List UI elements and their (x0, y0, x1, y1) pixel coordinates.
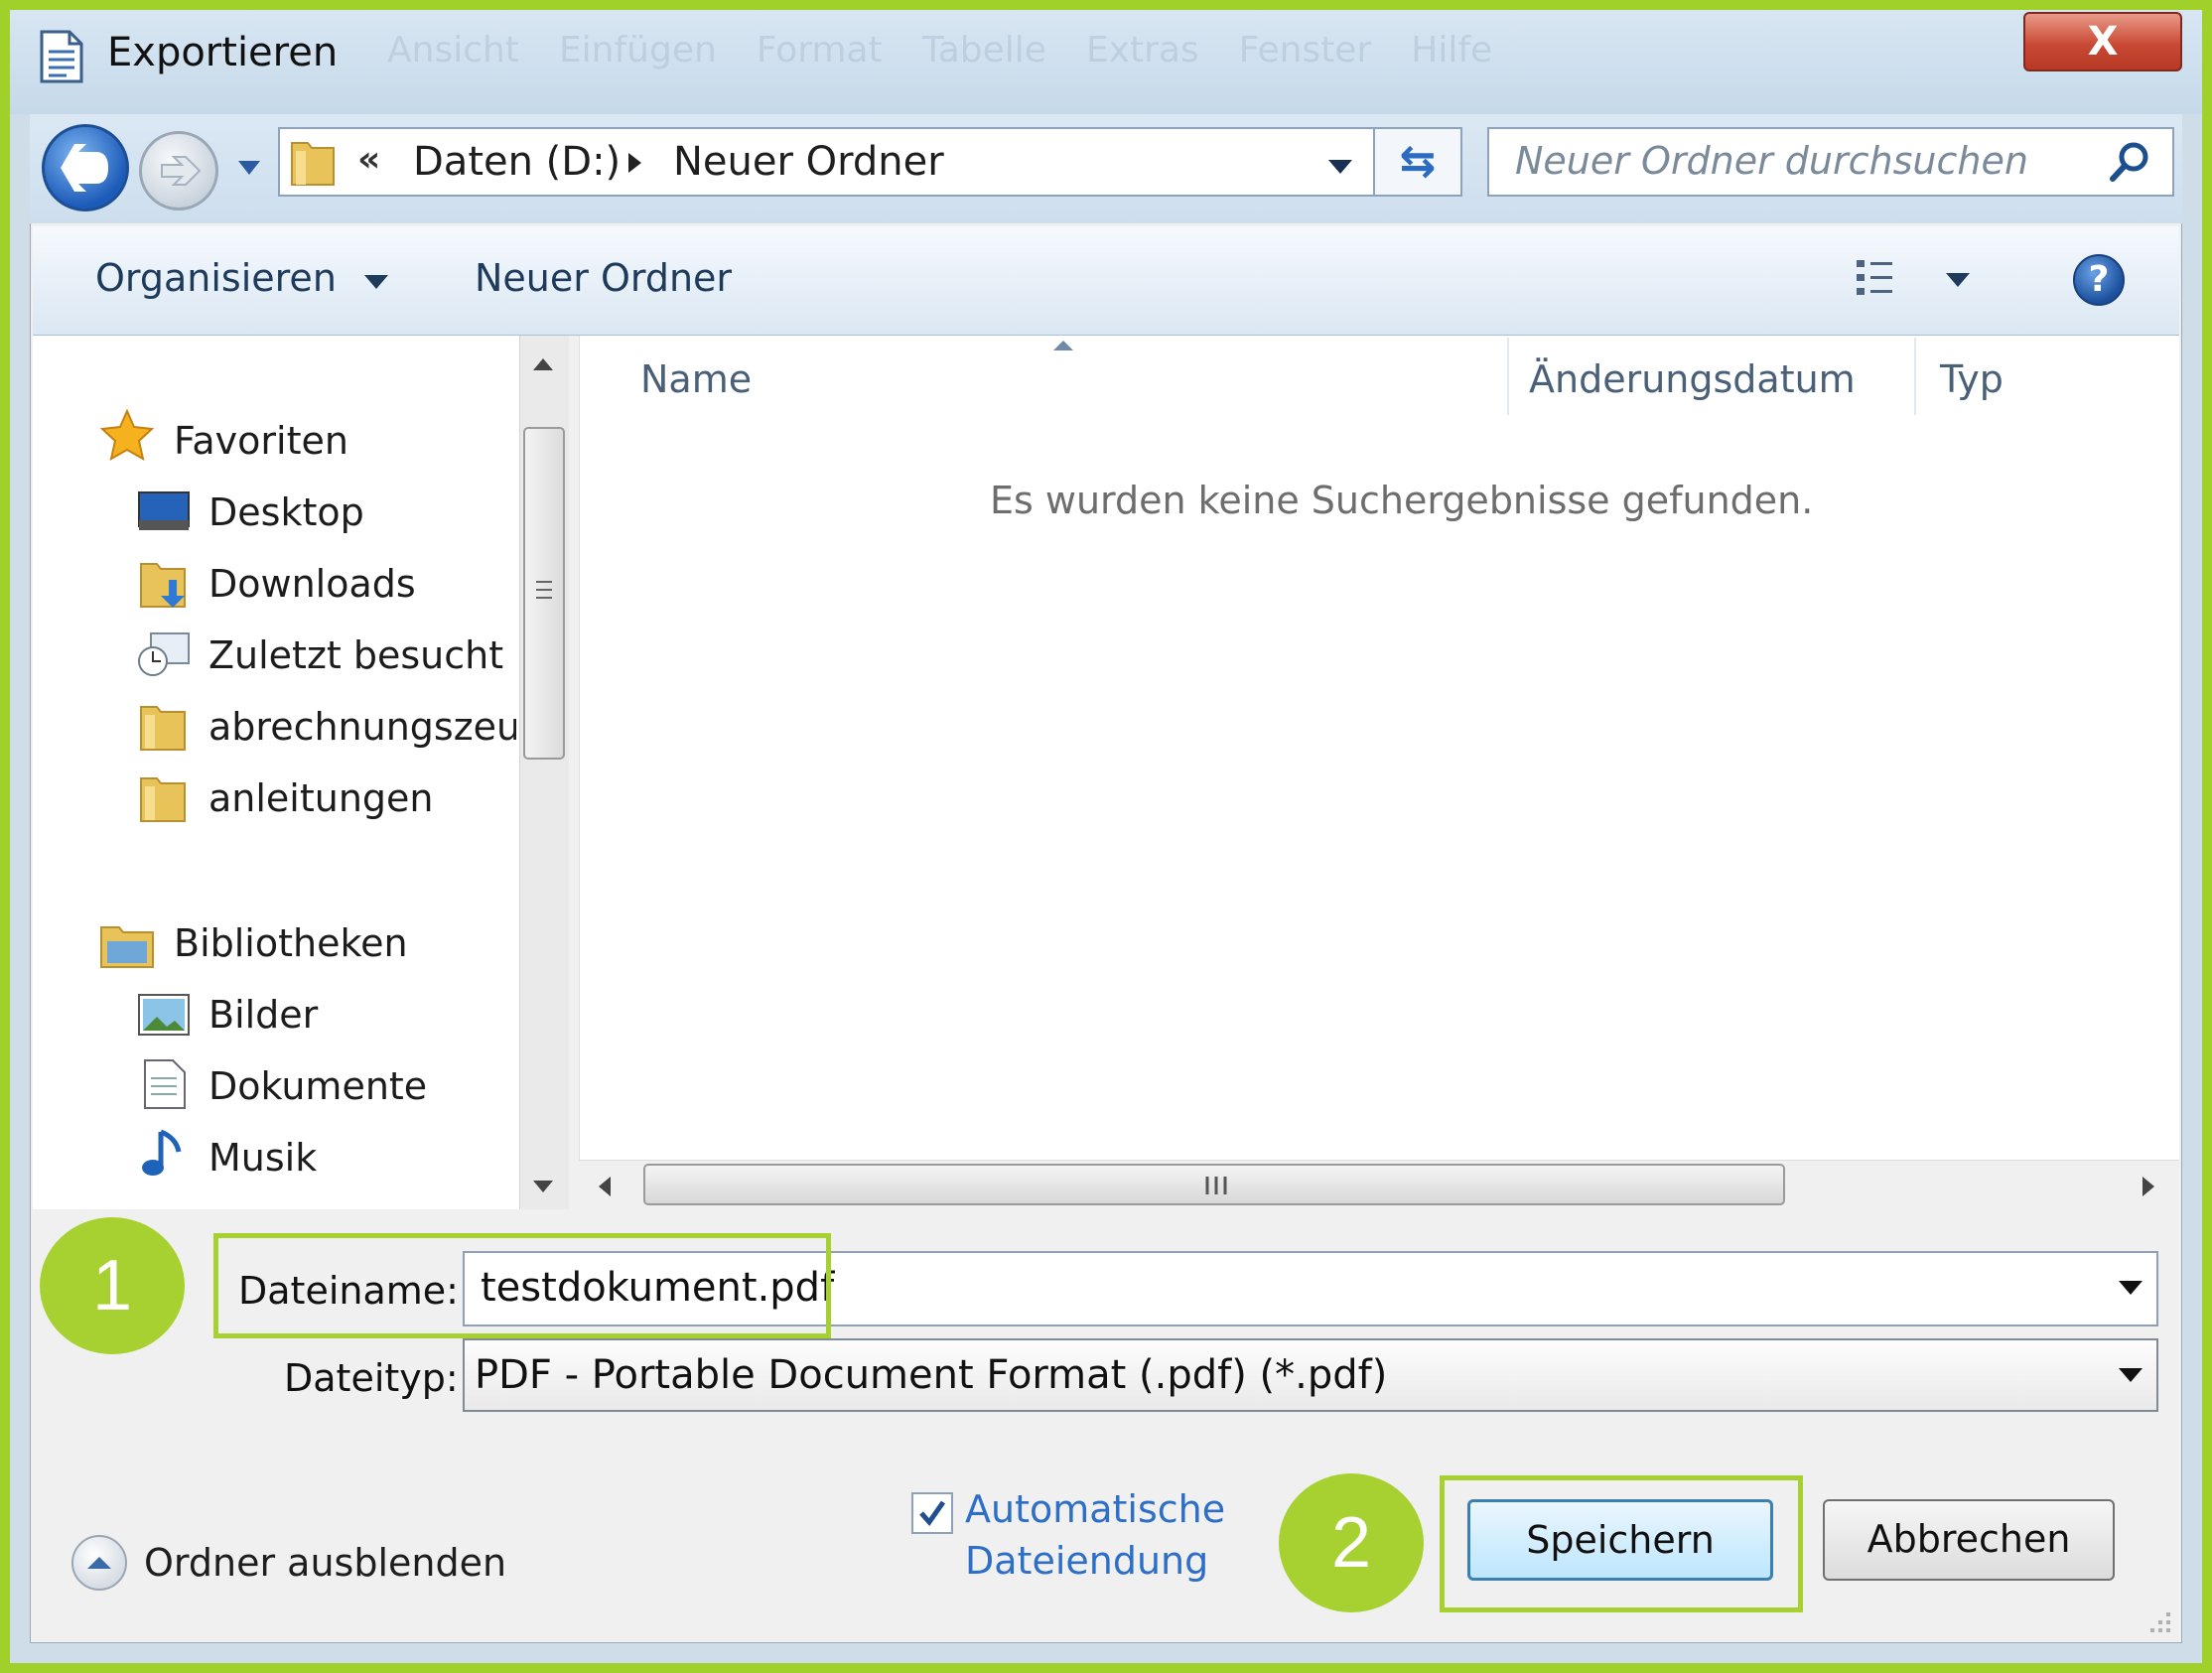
desktop-icon (137, 490, 191, 540)
chevron-down-icon (2119, 1368, 2143, 1382)
search-icon[interactable] (2107, 139, 2152, 189)
filetype-value: PDF - Portable Document Format (.pdf) (*… (475, 1352, 1388, 1398)
view-options-button[interactable] (1855, 256, 1910, 308)
grip-icon (1205, 1177, 1227, 1194)
scroll-left-icon[interactable] (596, 1174, 614, 1203)
auto-extension-label-line2[interactable]: Dateiendung (965, 1539, 1208, 1583)
background-menu-ghost: Ansicht Einfügen Format Tabelle Extras F… (387, 30, 1492, 70)
sidebar-item-bilder[interactable]: Bilder (208, 993, 318, 1037)
chevron-down-icon (1328, 160, 1352, 174)
grip-icon (536, 581, 552, 599)
sidebar-item-musik[interactable]: Musik (208, 1136, 317, 1180)
auto-extension-checkbox[interactable] (911, 1492, 953, 1534)
empty-results-message: Es wurden keine Suchergebnisse gefunden. (990, 479, 1814, 522)
help-icon: ? (2088, 259, 2110, 300)
new-folder-button[interactable]: Neuer Ordner (475, 256, 732, 300)
refresh-icon: ⇆ (1399, 136, 1437, 187)
filetype-label: Dateityp: (284, 1356, 459, 1400)
step1-badge: 1 (40, 1217, 185, 1354)
breadcrumb-drive[interactable]: Daten (D:) (413, 139, 621, 185)
ghost-menu-item: Tabelle (921, 30, 1046, 70)
star-icon (99, 408, 155, 465)
nav-libraries-header[interactable]: Bibliotheken (174, 921, 408, 965)
scroll-up-icon[interactable] (530, 355, 556, 377)
ghost-menu-item: Fenster (1238, 30, 1372, 70)
sidebar-item-downloads[interactable]: Downloads (208, 562, 416, 606)
cancel-button[interactable]: Abbrechen (1823, 1499, 2115, 1581)
downloads-folder-icon (139, 556, 189, 616)
chevron-up-icon (87, 1557, 111, 1569)
column-header-name[interactable]: Name (640, 357, 752, 401)
ghost-menu-item: Hilfe (1411, 30, 1493, 70)
file-list[interactable] (579, 336, 2179, 1209)
sort-ascending-icon (1050, 338, 1076, 357)
sidebar-item-anleitungen[interactable]: anleitungen (208, 776, 434, 820)
sidebar-item-dokumente[interactable]: Dokumente (208, 1064, 427, 1108)
ghost-menu-item: Extras (1085, 30, 1199, 70)
filetype-dropdown-button[interactable] (2117, 1366, 2144, 1388)
filename-dropdown-button[interactable] (2117, 1279, 2144, 1301)
libraries-icon (99, 919, 155, 973)
chevron-right-icon[interactable] (625, 151, 643, 179)
close-icon: X (2087, 19, 2119, 65)
resize-grip-icon[interactable] (2144, 1606, 2172, 1638)
sidebar-item-abrechnungszeug[interactable]: abrechnungszeug (208, 705, 516, 749)
search-placeholder: Neuer Ordner durchsuchen (1515, 139, 2028, 183)
pictures-icon (137, 993, 191, 1041)
documents-icon (143, 1058, 187, 1114)
horizontal-scroll-thumb[interactable] (643, 1164, 1785, 1205)
document-icon (40, 30, 83, 83)
scroll-thumb[interactable] (523, 427, 565, 760)
folder-icon (290, 137, 336, 187)
column-divider[interactable] (1507, 338, 1509, 415)
breadcrumb-folder[interactable]: Neuer Ordner (673, 139, 944, 185)
column-header-type[interactable]: Typ (1940, 357, 2004, 401)
back-arrow-icon (61, 144, 108, 192)
chevron-down-icon (2119, 1281, 2143, 1295)
checkmark-icon (919, 1500, 946, 1527)
details-view-icon (1857, 260, 1892, 295)
step2-highlight-box (1440, 1475, 1803, 1612)
breadcrumb-overflow[interactable]: « (357, 139, 380, 180)
sidebar-item-recent[interactable]: Zuletzt besucht (208, 633, 503, 677)
organize-button[interactable]: Organisieren (95, 256, 390, 300)
refresh-button[interactable]: ⇆ (1375, 127, 1462, 197)
hide-folders-label[interactable]: Ordner ausblenden (144, 1541, 506, 1585)
chevron-down-icon (238, 161, 260, 175)
folder-icon (139, 699, 189, 757)
nav-favorites-header[interactable]: Favoriten (174, 419, 348, 463)
sidebar-item-desktop[interactable]: Desktop (208, 490, 364, 534)
ghost-menu-item: Ansicht (387, 30, 519, 70)
window-title: Exportieren (107, 30, 339, 75)
auto-extension-label-line1[interactable]: Automatische (965, 1487, 1225, 1531)
ghost-menu-item: Einfügen (558, 30, 717, 70)
forward-arrow-icon (161, 156, 202, 186)
music-icon (139, 1128, 189, 1185)
scroll-right-icon[interactable] (2140, 1174, 2157, 1203)
history-dropdown-button[interactable] (234, 155, 264, 179)
back-button[interactable] (42, 124, 129, 211)
hide-folders-toggle[interactable] (71, 1535, 127, 1591)
organize-label: Organisieren (95, 256, 337, 300)
forward-button[interactable] (139, 131, 218, 210)
close-button[interactable]: X (2023, 12, 2182, 71)
recent-places-icon (137, 631, 191, 683)
scroll-down-icon[interactable] (530, 1178, 556, 1199)
chevron-down-icon (364, 275, 388, 289)
step1-highlight-box (213, 1233, 831, 1338)
help-button[interactable]: ? (2073, 254, 2125, 306)
view-dropdown-button[interactable] (1944, 270, 1972, 294)
step2-badge: 2 (1279, 1473, 1424, 1612)
column-header-modified[interactable]: Änderungsdatum (1529, 357, 1856, 401)
ghost-menu-item: Format (756, 30, 883, 70)
chevron-down-icon (1946, 273, 1970, 287)
address-dropdown-button[interactable] (1325, 157, 1355, 181)
column-divider[interactable] (1914, 338, 1916, 415)
folder-icon (139, 770, 189, 828)
